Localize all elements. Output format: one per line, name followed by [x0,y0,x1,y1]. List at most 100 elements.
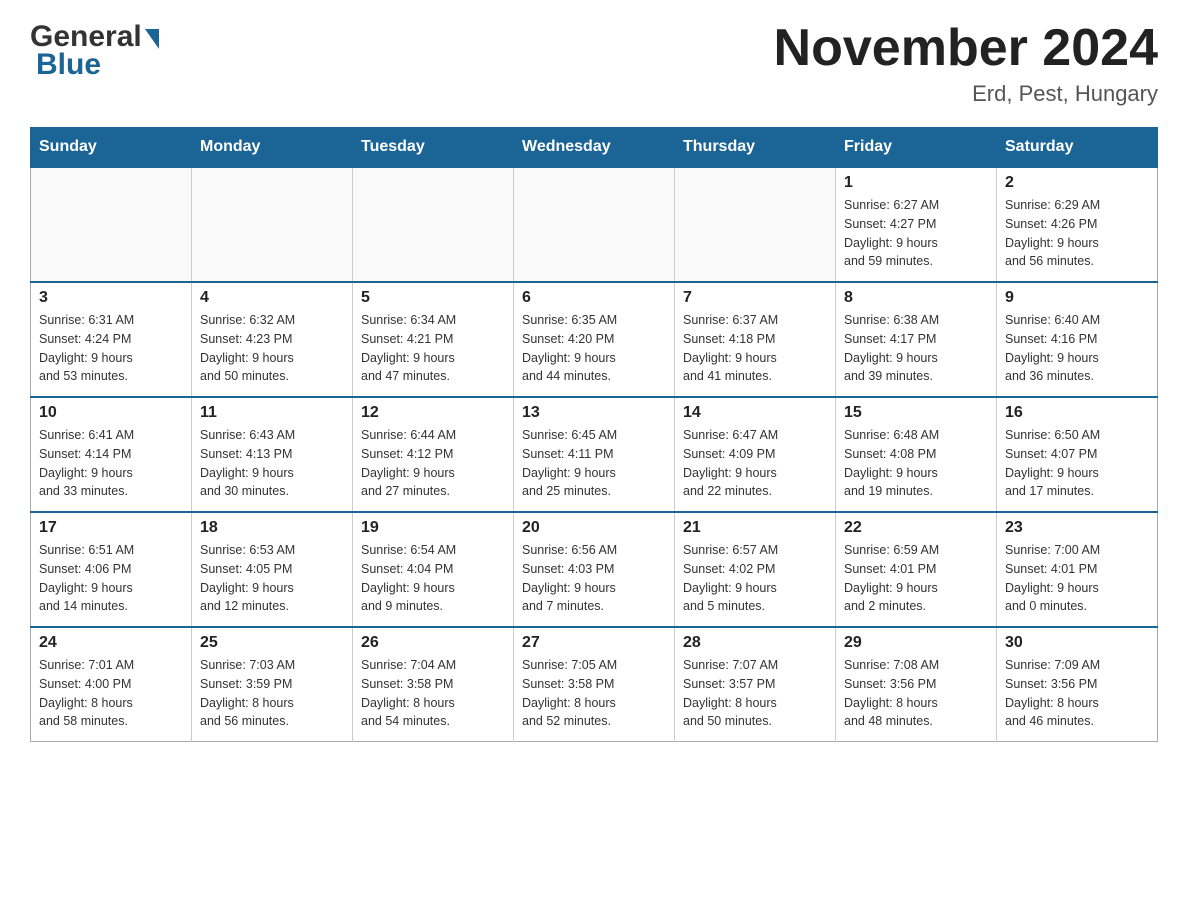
day-info: Sunrise: 6:31 AMSunset: 4:24 PMDaylight:… [39,311,183,386]
calendar-cell: 9 Sunrise: 6:40 AMSunset: 4:16 PMDaylight… [997,282,1158,397]
day-info: Sunrise: 6:57 AMSunset: 4:02 PMDaylight:… [683,541,827,616]
calendar-cell: 18 Sunrise: 6:53 AMSunset: 4:05 PMDayligh… [192,512,353,627]
calendar-cell: 8Sunrise: 6:38 AMSunset: 4:17 PMDaylight… [836,282,997,397]
day-info: Sunrise: 7:07 AMSunset: 3:57 PMDaylight:… [683,656,827,731]
day-info: Sunrise: 6:59 AMSunset: 4:01 PMDaylight:… [844,541,988,616]
day-info: Sunrise: 6:54 AMSunset: 4:04 PMDaylight:… [361,541,505,616]
day-number: 19 [361,519,505,537]
day-info: Sunrise: 7:04 AMSunset: 3:58 PMDaylight:… [361,656,505,731]
day-info: Sunrise: 6:51 AMSunset: 4:06 PMDaylight:… [39,541,183,616]
calendar-cell: 24 Sunrise: 7:01 AMSunset: 4:00 PMDayligh… [31,627,192,742]
calendar-body: 1 Sunrise: 6:27 AMSunset: 4:27 PMDaylight… [31,167,1158,742]
day-info: Sunrise: 6:40 AMSunset: 4:16 PMDaylight:… [1005,311,1149,386]
calendar-cell: 19 Sunrise: 6:54 AMSunset: 4:04 PMDayligh… [353,512,514,627]
day-number: 18 [200,519,344,537]
logo: General Blue [30,20,159,82]
calendar-cell: 5Sunrise: 6:34 AMSunset: 4:21 PMDaylight… [353,282,514,397]
day-number: 24 [39,634,183,652]
calendar-cell: 25 Sunrise: 7:03 AMSunset: 3:59 PMDayligh… [192,627,353,742]
day-number: 12 [361,404,505,422]
logo-triangle-icon [145,29,159,49]
day-number: 13 [522,404,666,422]
weekday-header-friday: Friday [836,128,997,168]
day-info: Sunrise: 6:53 AMSunset: 4:05 PMDaylight:… [200,541,344,616]
calendar-cell: 17 Sunrise: 6:51 AMSunset: 4:06 PMDayligh… [31,512,192,627]
day-info: Sunrise: 6:43 AMSunset: 4:13 PMDaylight:… [200,426,344,501]
day-info: Sunrise: 6:38 AMSunset: 4:17 PMDaylight:… [844,311,988,386]
calendar-cell: 26Sunrise: 7:04 AMSunset: 3:58 PMDayligh… [353,627,514,742]
calendar-week-row: 10 Sunrise: 6:41 AMSunset: 4:14 PMDayligh… [31,397,1158,512]
calendar-cell: 13 Sunrise: 6:45 AMSunset: 4:11 PMDayligh… [514,397,675,512]
calendar-title: November 2024 [774,20,1158,77]
day-number: 25 [200,634,344,652]
day-number: 21 [683,519,827,537]
day-number: 11 [200,404,344,422]
calendar-cell: 22 Sunrise: 6:59 AMSunset: 4:01 PMDayligh… [836,512,997,627]
calendar-cell: 7Sunrise: 6:37 AMSunset: 4:18 PMDaylight… [675,282,836,397]
day-number: 1 [844,174,988,192]
weekday-header-sunday: Sunday [31,128,192,168]
day-info: Sunrise: 6:32 AMSunset: 4:23 PMDaylight:… [200,311,344,386]
calendar-cell [192,167,353,282]
day-info: Sunrise: 7:01 AMSunset: 4:00 PMDaylight:… [39,656,183,731]
day-info: Sunrise: 7:03 AMSunset: 3:59 PMDaylight:… [200,656,344,731]
day-info: Sunrise: 6:35 AMSunset: 4:20 PMDaylight:… [522,311,666,386]
calendar-cell: 2Sunrise: 6:29 AMSunset: 4:26 PMDaylight… [997,167,1158,282]
day-number: 23 [1005,519,1149,537]
day-info: Sunrise: 6:47 AMSunset: 4:09 PMDaylight:… [683,426,827,501]
calendar-week-row: 1 Sunrise: 6:27 AMSunset: 4:27 PMDaylight… [31,167,1158,282]
weekday-header-monday: Monday [192,128,353,168]
day-number: 22 [844,519,988,537]
day-number: 9 [1005,289,1149,307]
calendar-cell [514,167,675,282]
day-number: 17 [39,519,183,537]
day-info: Sunrise: 7:09 AMSunset: 3:56 PMDaylight:… [1005,656,1149,731]
calendar-cell [353,167,514,282]
calendar-cell: 12 Sunrise: 6:44 AMSunset: 4:12 PMDayligh… [353,397,514,512]
day-number: 10 [39,404,183,422]
day-info: Sunrise: 6:27 AMSunset: 4:27 PMDaylight:… [844,196,988,271]
day-number: 28 [683,634,827,652]
calendar-subtitle: Erd, Pest, Hungary [774,81,1158,107]
calendar-header: SundayMondayTuesdayWednesdayThursdayFrid… [31,128,1158,168]
calendar-cell: 29Sunrise: 7:08 AMSunset: 3:56 PMDayligh… [836,627,997,742]
day-number: 14 [683,404,827,422]
calendar-week-row: 24 Sunrise: 7:01 AMSunset: 4:00 PMDayligh… [31,627,1158,742]
day-number: 27 [522,634,666,652]
page-header: General Blue November 2024 Erd, Pest, Hu… [30,20,1158,107]
day-number: 2 [1005,174,1149,192]
calendar-cell [675,167,836,282]
calendar-cell: 28 Sunrise: 7:07 AMSunset: 3:57 PMDayligh… [675,627,836,742]
day-info: Sunrise: 7:05 AMSunset: 3:58 PMDaylight:… [522,656,666,731]
weekday-header-saturday: Saturday [997,128,1158,168]
calendar-cell: 23Sunrise: 7:00 AMSunset: 4:01 PMDayligh… [997,512,1158,627]
day-info: Sunrise: 6:48 AMSunset: 4:08 PMDaylight:… [844,426,988,501]
calendar-cell: 27 Sunrise: 7:05 AMSunset: 3:58 PMDayligh… [514,627,675,742]
calendar-cell: 14 Sunrise: 6:47 AMSunset: 4:09 PMDayligh… [675,397,836,512]
day-info: Sunrise: 6:56 AMSunset: 4:03 PMDaylight:… [522,541,666,616]
day-number: 7 [683,289,827,307]
calendar-week-row: 17 Sunrise: 6:51 AMSunset: 4:06 PMDayligh… [31,512,1158,627]
day-number: 3 [39,289,183,307]
day-number: 6 [522,289,666,307]
day-info: Sunrise: 6:34 AMSunset: 4:21 PMDaylight:… [361,311,505,386]
calendar-week-row: 3 Sunrise: 6:31 AMSunset: 4:24 PMDaylight… [31,282,1158,397]
day-number: 30 [1005,634,1149,652]
day-info: Sunrise: 6:45 AMSunset: 4:11 PMDaylight:… [522,426,666,501]
day-info: Sunrise: 6:44 AMSunset: 4:12 PMDaylight:… [361,426,505,501]
day-number: 16 [1005,404,1149,422]
calendar-cell: 10 Sunrise: 6:41 AMSunset: 4:14 PMDayligh… [31,397,192,512]
calendar-cell: 6 Sunrise: 6:35 AMSunset: 4:20 PMDaylight… [514,282,675,397]
calendar-cell: 15 Sunrise: 6:48 AMSunset: 4:08 PMDayligh… [836,397,997,512]
title-block: November 2024 Erd, Pest, Hungary [774,20,1158,107]
day-number: 15 [844,404,988,422]
day-info: Sunrise: 6:50 AMSunset: 4:07 PMDaylight:… [1005,426,1149,501]
day-info: Sunrise: 7:08 AMSunset: 3:56 PMDaylight:… [844,656,988,731]
calendar-cell: 4Sunrise: 6:32 AMSunset: 4:23 PMDaylight… [192,282,353,397]
calendar-cell: 3 Sunrise: 6:31 AMSunset: 4:24 PMDaylight… [31,282,192,397]
day-number: 20 [522,519,666,537]
calendar-cell [31,167,192,282]
calendar-cell: 30 Sunrise: 7:09 AMSunset: 3:56 PMDayligh… [997,627,1158,742]
weekday-header-tuesday: Tuesday [353,128,514,168]
day-info: Sunrise: 6:41 AMSunset: 4:14 PMDaylight:… [39,426,183,501]
